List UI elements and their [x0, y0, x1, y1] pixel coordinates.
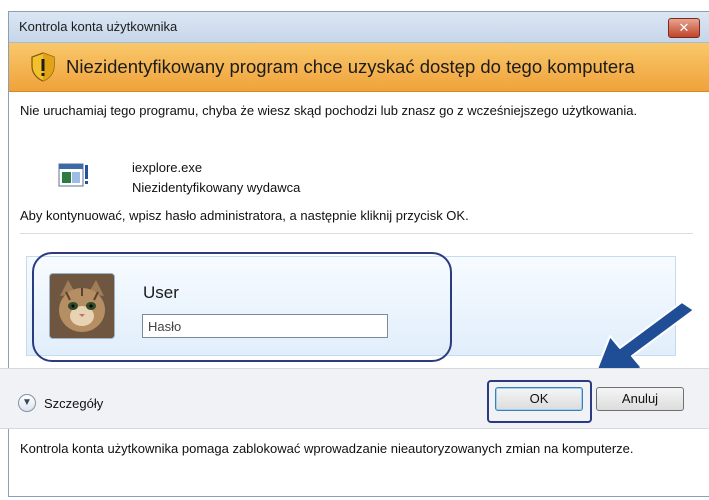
- shield-warning-icon: [31, 52, 55, 82]
- avatar: [49, 273, 115, 339]
- banner-message: Niezidentyfikowany program chce uzyskać …: [66, 56, 635, 77]
- details-label: Szczegóły: [44, 395, 104, 411]
- divider: [20, 233, 693, 234]
- password-field[interactable]: [142, 314, 388, 338]
- warning-text: Nie uruchamiaj tego programu, chyba że w…: [20, 103, 638, 118]
- details-toggle[interactable]: ▼ Szczegóły: [18, 392, 103, 414]
- chevron-down-icon: ▼: [18, 394, 36, 412]
- info-text: Kontrola konta użytkownika pomaga zablok…: [20, 441, 634, 456]
- program-publisher: Niezidentyfikowany wydawca: [132, 180, 301, 195]
- program-icon: [58, 163, 88, 187]
- instruction-text: Aby kontynuować, wpisz hasło administrat…: [20, 208, 469, 223]
- warning-banner: Niezidentyfikowany program chce uzyskać …: [9, 43, 709, 92]
- ok-button[interactable]: OK: [495, 387, 583, 411]
- divider: [0, 428, 709, 429]
- program-name: iexplore.exe: [132, 160, 203, 175]
- cancel-button[interactable]: Anuluj: [596, 387, 684, 411]
- username-label: User: [143, 283, 179, 302]
- title-bar: Kontrola konta użytkownika ✕: [9, 12, 709, 43]
- window-title: Kontrola konta użytkownika: [19, 19, 178, 34]
- close-button[interactable]: ✕: [668, 18, 700, 38]
- cat-avatar-icon: [50, 274, 114, 338]
